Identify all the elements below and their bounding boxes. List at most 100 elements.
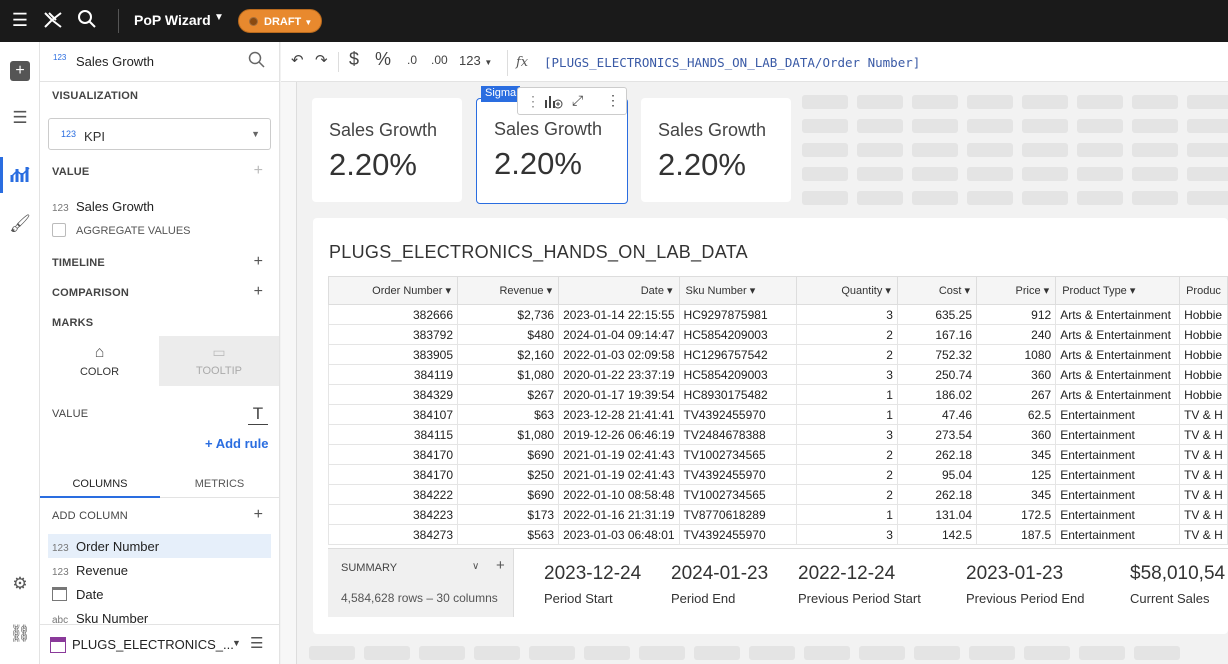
table-cell[interactable]: 752.32 [896, 344, 978, 365]
table-cell[interactable]: 2021-01-19 02:41:43 [558, 464, 680, 485]
text-mark-icon[interactable]: T [248, 404, 268, 425]
table-row[interactable]: 382666 $2,736 2023-01-14 22:15:55 HC9297875… [327, 304, 1228, 325]
table-cell[interactable]: 273.54 [896, 424, 978, 445]
table-cell[interactable]: $2,736 [457, 304, 560, 325]
table-cell[interactable]: $250 [457, 464, 560, 485]
table-cell[interactable]: Hobbie [1179, 364, 1228, 385]
draft-status-button[interactable]: DRAFT ▼ [238, 9, 322, 33]
table-cell[interactable]: 360 [976, 424, 1057, 445]
chevron-down-icon[interactable]: ▾ [747, 285, 756, 297]
element-title[interactable]: Sales Growth [76, 54, 154, 69]
column-header[interactable]: Quantity ▾ [795, 276, 898, 305]
table-cell[interactable]: 383905 [327, 344, 459, 365]
table-cell[interactable]: Hobbie [1179, 324, 1228, 345]
search-icon[interactable] [248, 51, 266, 72]
table-cell[interactable]: Entertainment [1055, 484, 1181, 505]
table-cell[interactable]: $267 [457, 384, 560, 405]
hierarchy-icon[interactable]: ⛓ [8, 622, 32, 646]
column-item[interactable]: 123 Order Number [52, 539, 159, 554]
table-cell[interactable]: 384170 [327, 464, 459, 485]
table-cell[interactable]: 142.5 [896, 524, 978, 545]
table-cell[interactable]: Arts & Entertainment [1055, 364, 1181, 385]
increase-decimals-icon[interactable]: .00 [431, 53, 448, 67]
chevron-down-icon[interactable]: ▾ [664, 285, 673, 297]
table-element[interactable]: PLUGS_ELECTRONICS_HANDS_ON_LAB_DATA Orde… [313, 218, 1228, 634]
column-header[interactable]: Produc [1179, 276, 1228, 305]
table-cell[interactable]: 2022-01-16 21:31:19 [558, 504, 680, 525]
tooltip-mark-button[interactable]: ▭ TOOLTIP [159, 336, 279, 386]
table-cell[interactable]: 62.5 [976, 404, 1057, 425]
column-header[interactable]: Cost ▾ [896, 276, 978, 305]
more-options-icon[interactable]: ⋮ [606, 92, 620, 109]
decrease-decimals-icon[interactable]: .0 [407, 53, 417, 67]
table-cell[interactable]: 2024-01-04 09:14:47 [558, 324, 680, 345]
table-row[interactable]: 383905 $2,160 2022-01-03 02:09:58 HC1296757… [327, 344, 1228, 365]
table-cell[interactable]: 262.18 [896, 444, 978, 465]
table-cell[interactable]: HC5854209003 [678, 324, 797, 345]
table-cell[interactable]: $1,080 [457, 364, 560, 385]
table-row[interactable]: 384170 $690 2021-01-19 02:41:43 TV100273456… [327, 444, 1228, 465]
table-cell[interactable]: 240 [976, 324, 1057, 345]
chevron-down-icon[interactable]: ▾ [882, 285, 891, 297]
table-cell[interactable]: $63 [457, 404, 560, 425]
table-cell[interactable]: TV1002734565 [678, 444, 797, 465]
table-cell[interactable]: 3 [795, 364, 898, 385]
settings-icon[interactable]: ⚙ [8, 572, 32, 596]
table-row[interactable]: 383792 $480 2024-01-04 09:14:47 HC585420900… [327, 324, 1228, 345]
column-item[interactable]: 123 Revenue [52, 563, 128, 578]
table-cell[interactable]: 384115 [327, 424, 459, 445]
table-row[interactable]: 384115 $1,080 2019-12-26 06:46:19 TV2484678… [327, 424, 1228, 445]
table-cell[interactable]: Entertainment [1055, 504, 1181, 525]
table-row[interactable]: 384273 $563 2023-01-03 06:48:01 TV439245597… [327, 524, 1228, 545]
table-cell[interactable]: $690 [457, 444, 560, 465]
table-cell[interactable]: $173 [457, 504, 560, 525]
table-cell[interactable]: 360 [976, 364, 1057, 385]
color-mark-button[interactable]: ⌂ COLOR [40, 336, 159, 386]
add-value-icon[interactable]: + [254, 162, 263, 180]
table-cell[interactable]: 262.18 [896, 484, 978, 505]
table-cell[interactable]: 384170 [327, 444, 459, 465]
table-cell[interactable]: 2020-01-17 19:39:54 [558, 384, 680, 405]
table-cell[interactable]: TV & H [1179, 504, 1228, 525]
table-cell[interactable]: 95.04 [896, 464, 978, 485]
add-chart-icon[interactable] [544, 92, 564, 113]
currency-format-icon[interactable]: $ [349, 49, 359, 70]
table-cell[interactable]: Hobbie [1179, 344, 1228, 365]
table-cell[interactable]: TV4392455970 [678, 464, 797, 485]
chevron-down-icon[interactable]: ▾ [961, 285, 971, 297]
table-cell[interactable]: Entertainment [1055, 404, 1181, 425]
table-cell[interactable]: 384119 [327, 364, 459, 385]
tab-columns[interactable]: COLUMNS [40, 470, 160, 498]
table-cell[interactable]: $1,080 [457, 424, 560, 445]
viz-type-select[interactable]: 123 KPI ▼ [48, 118, 271, 150]
table-cell[interactable]: TV4392455970 [678, 404, 797, 425]
table-cell[interactable]: TV8770618289 [678, 504, 797, 525]
table-cell[interactable]: 384223 [327, 504, 459, 525]
table-cell[interactable]: 131.04 [896, 504, 978, 525]
table-cell[interactable]: 2020-01-22 23:37:19 [558, 364, 680, 385]
number-format-select[interactable]: 123 ▼ [459, 53, 492, 68]
column-header[interactable]: Order Number ▾ [327, 276, 459, 305]
kpi-card[interactable]: Sales Growth 2.20% [641, 98, 791, 202]
table-cell[interactable]: Arts & Entertainment [1055, 324, 1181, 345]
add-column-icon[interactable]: + [254, 506, 263, 524]
table-cell[interactable]: 2 [795, 444, 898, 465]
table-cell[interactable]: 2019-12-26 06:46:19 [558, 424, 680, 445]
table-cell[interactable]: Arts & Entertainment [1055, 344, 1181, 365]
table-cell[interactable]: Entertainment [1055, 424, 1181, 445]
table-cell[interactable]: Entertainment [1055, 444, 1181, 465]
table-cell[interactable]: 2 [795, 484, 898, 505]
table-cell[interactable]: 125 [976, 464, 1057, 485]
list-icon[interactable]: ☰ [250, 634, 263, 652]
chevron-down-icon[interactable]: ▾ [1041, 285, 1050, 297]
table-cell[interactable]: 1 [795, 404, 898, 425]
table-cell[interactable]: HC1296757542 [678, 344, 797, 365]
table-cell[interactable]: 635.25 [896, 304, 978, 325]
percent-format-icon[interactable]: % [375, 49, 391, 70]
table-cell[interactable]: 384329 [327, 384, 459, 405]
table-cell[interactable]: 47.46 [896, 404, 978, 425]
chart-config-icon[interactable] [8, 163, 32, 187]
value-field[interactable]: 123 Sales Growth [52, 199, 154, 214]
table-cell[interactable]: 3 [795, 424, 898, 445]
table-cell[interactable]: TV1002734565 [678, 484, 797, 505]
